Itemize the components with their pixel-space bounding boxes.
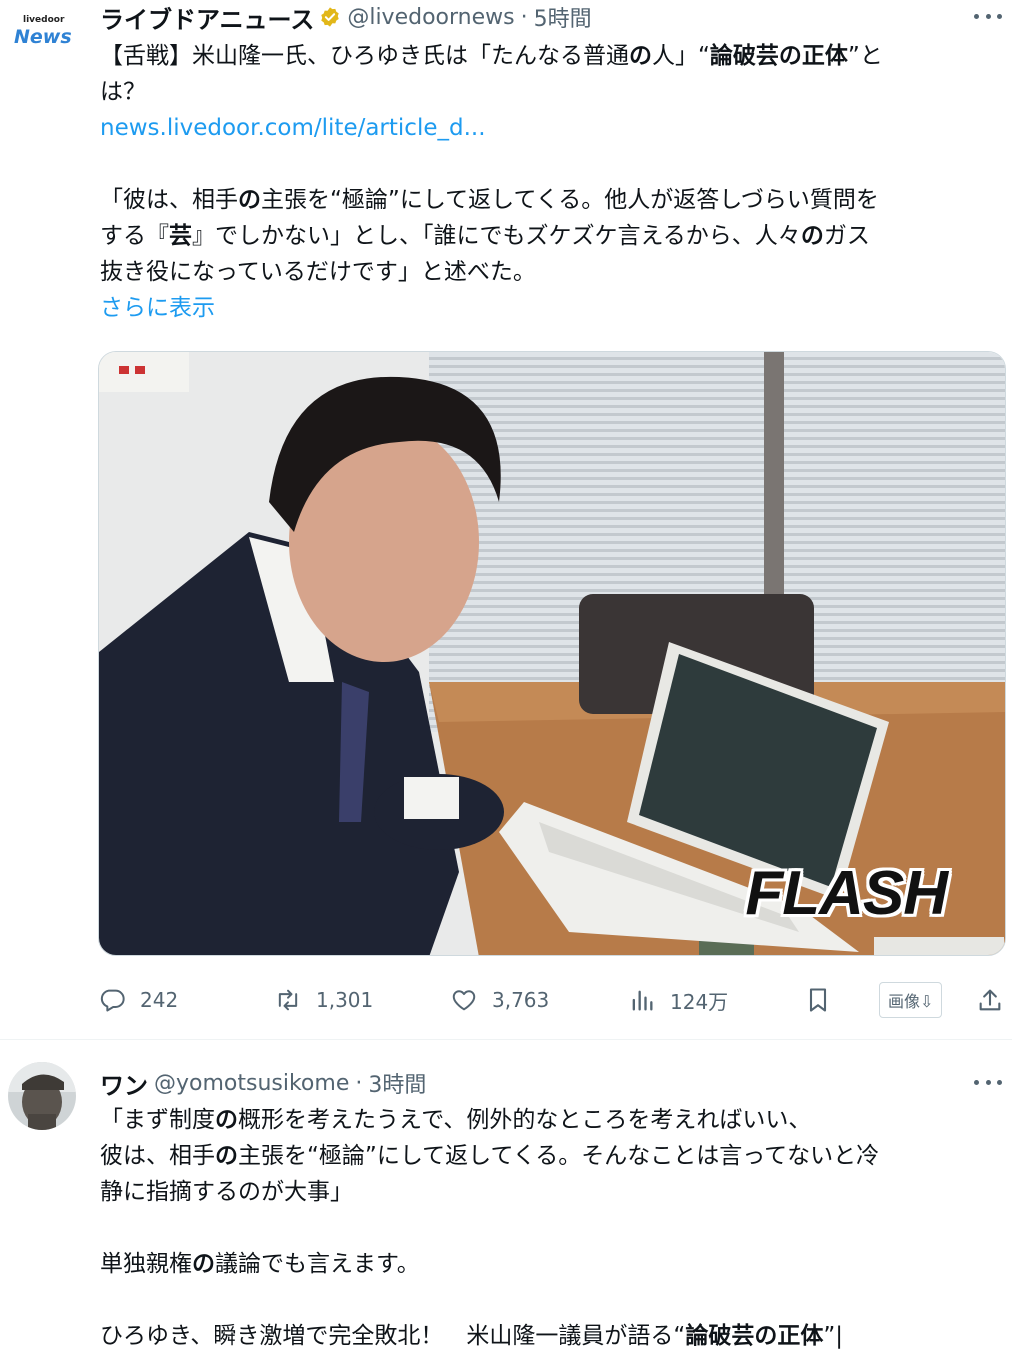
tweet-text-line: 静に指摘するのが大事」 <box>100 1179 353 1205</box>
tweet-text: 「まず制度の概形を考えたうえで、例外的なところを考えればいい、 彼は、相手の主張… <box>100 1102 1000 1354</box>
like-button[interactable]: 3,763 <box>450 978 549 1022</box>
view-count: 124万 <box>670 989 729 1014</box>
tweet-text-line: する『芸』でしかない」とし、「誰にでもズケズケ言えるから、人々のガス <box>100 223 870 249</box>
tweet-actions-bar: 242 1,301 3,763 124万 画像⇩ <box>98 978 1008 1022</box>
avatar-photo <box>8 1062 76 1130</box>
tweet-text-line: 単独親権の議論でも言えます。 <box>100 1251 420 1277</box>
image-download-button[interactable]: 画像⇩ <box>879 982 943 1018</box>
display-name[interactable]: ワン <box>100 1066 148 1101</box>
more-options-icon[interactable] <box>974 6 1002 26</box>
flash-watermark: FLASH <box>745 859 948 928</box>
tweet-text-line: ひろゆき、瞬き激増で完全敗北！ 米山隆一議員が語る“論破芸の正体”| <box>100 1323 843 1349</box>
tweet-text-line: は？ <box>100 79 146 105</box>
livedoor-logo-text: livedoor <box>23 15 65 25</box>
display-name[interactable]: ライブドアニュース <box>100 0 314 35</box>
reply-icon <box>100 989 125 1012</box>
analytics-icon <box>632 990 653 1011</box>
avatar[interactable] <box>8 1062 76 1130</box>
share-button[interactable] <box>976 978 1004 1022</box>
retweet-button[interactable]: 1,301 <box>274 978 373 1022</box>
more-options-icon[interactable] <box>974 1072 1002 1092</box>
verified-badge-icon[interactable] <box>319 6 341 28</box>
heart-icon <box>452 990 476 1011</box>
tweet-header: ワン @yomotsusikome · 3時間 <box>100 1066 426 1101</box>
tweet-yomotsusikome[interactable]: ワン @yomotsusikome · 3時間 「まず制度の概形を考えたうえで、… <box>0 1040 1012 1363</box>
tweet-header: ライブドアニュース @livedoornews · 5時間 <box>100 0 592 35</box>
news-logo-text: News <box>14 26 72 48</box>
tweet-text-line: 彼は、相手の主張を“極論”にして返してくる。そんなことは言ってないと冷 <box>100 1143 880 1169</box>
bookmark-icon <box>809 988 827 1012</box>
share-icon <box>979 989 1001 1011</box>
timestamp[interactable]: 3時間 <box>368 1067 426 1099</box>
avatar[interactable]: livedoor News <box>8 2 76 70</box>
separator-dot: · <box>355 1070 363 1096</box>
timestamp[interactable]: 5時間 <box>534 1 592 33</box>
tweet-photo[interactable]: FLASH <box>98 351 1006 956</box>
tweet-text-line: 「彼は、相手の主張を“極論”にして返してくる。他人が返答しづらい質問を <box>100 187 879 213</box>
tweet-livedoornews[interactable]: livedoor News ライブドアニュース @livedoornews · … <box>0 0 1012 1040</box>
tweet-text-line: 「まず制度の概形を考えたうえで、例外的なところを考えればいい、 <box>100 1107 812 1133</box>
tweet-text-line: 【舌戦】米山隆一氏、ひろゆき氏は「たんなる普通の人」“論破芸の正体”と <box>100 43 883 69</box>
handle[interactable]: @livedoornews <box>347 5 514 30</box>
reply-count: 242 <box>140 988 179 1012</box>
like-count: 3,763 <box>492 988 550 1012</box>
tweet-text: 【舌戦】米山隆一氏、ひろゆき氏は「たんなる普通の人」“論破芸の正体”と は？ n… <box>100 38 1000 326</box>
tweet-text-line: 抜き役になっているだけです」と述べた。 <box>100 259 536 285</box>
separator-dot: · <box>520 4 528 30</box>
views-button[interactable]: 124万 <box>628 978 728 1022</box>
retweet-icon <box>278 989 298 1011</box>
show-more-link[interactable]: さらに表示 <box>100 290 1000 326</box>
handle[interactable]: @yomotsusikome <box>154 1071 349 1096</box>
reply-button[interactable]: 242 <box>98 978 178 1022</box>
retweet-count: 1,301 <box>316 988 374 1012</box>
bookmark-button[interactable] <box>804 978 832 1022</box>
article-link[interactable]: news.livedoor.com/lite/article_d... <box>100 110 1000 146</box>
